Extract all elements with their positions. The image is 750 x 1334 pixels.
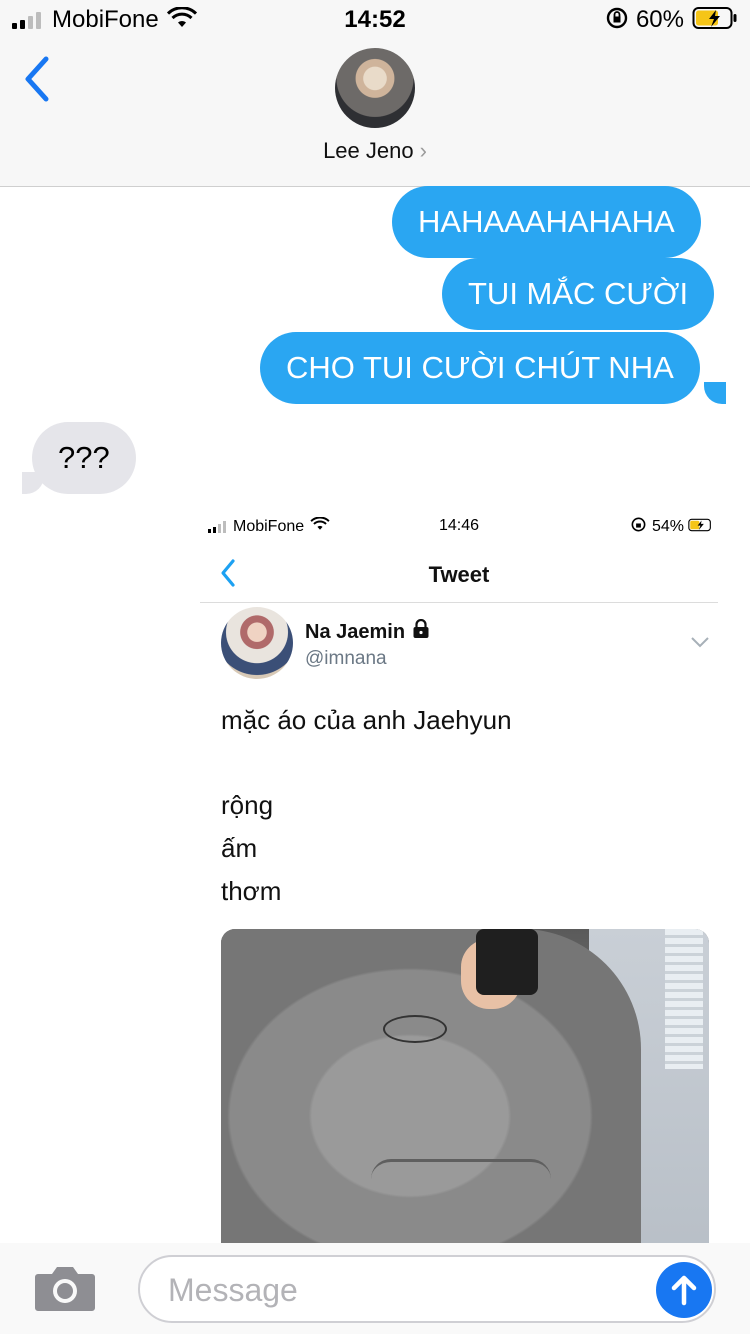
message-text: CHO TUI CƯỜI CHÚT NHA [286,350,674,385]
message-text: TUI MẮC CƯỜI [468,276,689,311]
message-input[interactable] [166,1267,630,1313]
battery-icon [688,518,714,537]
orientation-lock-icon [631,517,646,537]
battery-percent: 54% [651,518,684,535]
message-text: ??? [58,440,110,475]
message-bubble-sent[interactable]: TUI MẮC CƯỜI [442,258,715,330]
orientation-lock-icon [606,7,628,34]
screenshot-status-bar: MobiFone 14:46 54% [200,505,718,545]
send-arrow-icon [671,1275,697,1306]
tweet-author-avatar [221,607,293,679]
battery-percent: 60% [635,6,684,33]
camera-icon[interactable] [34,1262,96,1317]
contact-avatar[interactable] [335,48,415,128]
chevron-down-icon [690,635,710,653]
tweet-photo [221,929,709,1245]
tweet-nav-title: Tweet [428,562,490,587]
tweet-text-line: thơm [221,876,282,906]
tweet-author-handle: @imnana [305,648,387,669]
contact-name-button[interactable]: Lee Jeno › [0,138,750,164]
status-bar: MobiFone 14:52 60% [0,0,750,40]
tweet-text-line: rộng [221,790,274,820]
message-bubble-sent[interactable]: HAHAAAHAHAHA [392,186,701,258]
attached-screenshot[interactable]: MobiFone 14:46 54% Tweet Na Jaemin @imna… [200,505,718,1245]
bubble-tail [704,382,726,404]
chevron-right-icon: › [419,138,427,163]
contact-name: Lee Jeno [323,138,414,163]
battery-icon [692,6,738,35]
tweet-nav-bar: Tweet [200,547,718,603]
back-chevron-icon[interactable] [22,55,52,108]
tweet-text-line: ấm [221,833,258,863]
send-button[interactable] [656,1262,712,1318]
tweet-author-name: Na Jaemin [305,620,406,643]
message-bubble-sent[interactable]: CHO TUI CƯỜI CHÚT NHA [260,332,700,404]
tweet-text-line: mặc áo của anh Jaehyun [221,705,512,735]
lock-icon [412,618,430,645]
bubble-tail [22,472,44,494]
message-bubble-received[interactable]: ??? [32,422,136,494]
message-text: HAHAAAHAHAHA [418,204,675,239]
tweet-author-name-row: Na Jaemin [305,618,430,645]
message-input-field[interactable] [138,1255,716,1323]
